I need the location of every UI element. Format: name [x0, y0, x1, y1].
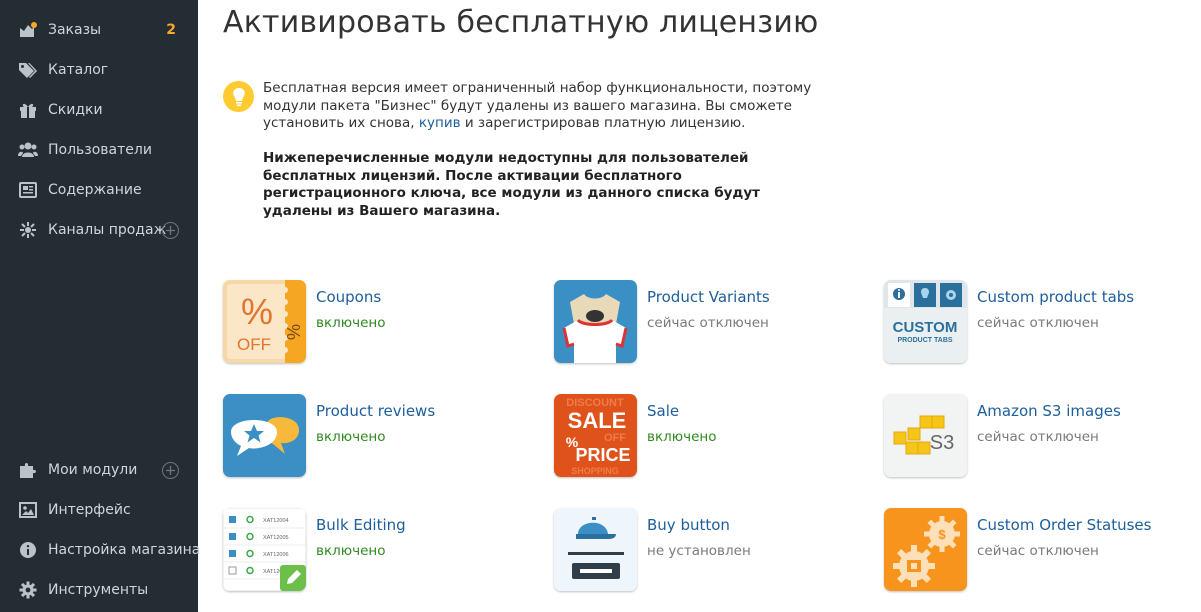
module-status: не установлен [647, 543, 751, 559]
module-status: сейчас отключен [977, 543, 1099, 559]
sidebar-item-my-modules[interactable]: Мои модули [0, 450, 198, 490]
sidebar-item-label: Инструменты [48, 582, 149, 598]
sidebar-item-content[interactable]: Содержание [0, 170, 198, 210]
sidebar-item-store-settings[interactable]: Настройка магазина [0, 530, 201, 570]
module-status: включено [316, 429, 386, 445]
svg-text:%: % [283, 324, 303, 340]
buy-button-icon [554, 508, 637, 591]
svg-text:OFF: OFF [237, 335, 271, 354]
lightbulb-icon [223, 81, 254, 112]
add-module-button[interactable] [162, 462, 179, 479]
amazon-s3-icon: S3 [884, 394, 967, 477]
module-name-link[interactable]: Custom product tabs [977, 288, 1134, 306]
unavailable-modules-warning: Нижеперечисленные модули недоступны для … [263, 150, 760, 219]
module-card: Product Variants сейчас отключен [554, 280, 874, 364]
sidebar-item-label: Каналы продаж [48, 222, 167, 238]
users-icon [18, 141, 38, 159]
svg-text:PRICE: PRICE [575, 445, 630, 465]
buy-license-link[interactable]: купив [419, 115, 461, 131]
sidebar-item-label: Скидки [48, 102, 103, 118]
module-card: S3 Amazon S3 images сейчас отключен [884, 394, 1201, 478]
sidebar-item-label: Заказы [48, 22, 102, 38]
sidebar-item-sales-channels[interactable]: Каналы продаж [0, 210, 198, 250]
sidebar-item-discounts[interactable]: Скидки [0, 90, 198, 130]
module-status: сейчас отключен [977, 429, 1099, 445]
sales-channels-icon [18, 221, 38, 239]
svg-text:XAT12006: XAT12006 [263, 552, 289, 558]
gift-icon [18, 101, 38, 119]
picture-icon [18, 501, 38, 519]
gear-icon [18, 581, 38, 599]
module-card: $ Custom Order Statuses сейчас отключен [884, 508, 1201, 592]
module-card: DISCOUNT OFF SHOPPING SALE % PRICE Sale … [554, 394, 874, 478]
sidebar-item-tools[interactable]: Инструменты [0, 570, 198, 610]
newspaper-icon [18, 181, 38, 199]
sidebar-item-interface[interactable]: Интерфейс [0, 490, 198, 530]
module-status: включено [647, 429, 717, 445]
module-name-link[interactable]: Bulk Editing [316, 516, 406, 534]
sidebar-item-label: Интерфейс [48, 502, 131, 518]
module-name-link[interactable]: Product Variants [647, 288, 770, 306]
module-name-link[interactable]: Sale [647, 402, 679, 420]
module-name-link[interactable]: Amazon S3 images [977, 402, 1121, 420]
module-name-link[interactable]: Custom Order Statuses [977, 516, 1151, 534]
module-name-link[interactable]: Buy button [647, 516, 730, 534]
svg-text:%: % [241, 291, 273, 332]
module-card: Product reviews включено [223, 394, 543, 478]
puzzle-icon [18, 461, 38, 479]
custom-tabs-icon-text: CUSTOM [893, 319, 958, 336]
module-status: сейчас отключен [647, 315, 769, 331]
orders-count-badge: 2 [166, 22, 176, 38]
sidebar-item-label: Каталог [48, 62, 109, 78]
module-status: включено [316, 543, 386, 559]
product-variants-icon [554, 280, 637, 363]
module-name-link[interactable]: Coupons [316, 288, 381, 306]
svg-text:OFF: OFF [604, 432, 626, 444]
info-icon [18, 541, 38, 559]
sidebar: Заказы 2 Каталог Скидки Пользователи Сод… [0, 0, 201, 612]
sale-icon: DISCOUNT OFF SHOPPING SALE % PRICE [554, 394, 637, 477]
coupons-icon: % OFF % [223, 280, 306, 363]
product-reviews-icon [223, 394, 306, 477]
tags-icon [18, 61, 38, 79]
svg-text:XAT12004: XAT12004 [263, 518, 289, 524]
order-statuses-icon: $ [884, 508, 967, 591]
sidebar-item-catalog[interactable]: Каталог [0, 50, 198, 90]
custom-tabs-icon: CUSTOM PRODUCT TABS [884, 280, 967, 363]
svg-text:XAT12005: XAT12005 [263, 535, 289, 541]
sidebar-item-users[interactable]: Пользователи [0, 130, 198, 170]
module-card: CUSTOM PRODUCT TABS Custom product tabs … [884, 280, 1201, 364]
module-card: XAT12004 XAT12005 XAT12006 XAT12007 Bulk… [223, 508, 543, 592]
svg-text:SALE: SALE [568, 408, 627, 433]
svg-text:SHOPPING: SHOPPING [571, 466, 619, 476]
bulk-editing-icon: XAT12004 XAT12005 XAT12006 XAT12007 [223, 508, 306, 591]
sidebar-item-label: Пользователи [48, 142, 152, 158]
sidebar-item-label: Настройка магазина [48, 542, 201, 558]
sidebar-item-label: Мои модули [48, 462, 138, 478]
note-text-end: и зарегистрировав платную лицензию. [460, 115, 746, 132]
svg-text:$: $ [938, 527, 946, 542]
module-card: Buy button не установлен [554, 508, 874, 592]
module-card: % OFF % Coupons включено [223, 280, 543, 364]
sidebar-item-orders[interactable]: Заказы 2 [0, 10, 198, 50]
orders-icon [18, 21, 38, 39]
sidebar-item-label: Содержание [48, 182, 142, 198]
amazon-s3-icon-text: S3 [930, 432, 954, 454]
page-title: Активировать бесплатную лицензию [223, 5, 819, 40]
module-status: включено [316, 315, 386, 331]
module-status: сейчас отключен [977, 315, 1099, 331]
custom-tabs-icon-subtext: PRODUCT TABS [897, 337, 952, 344]
module-name-link[interactable]: Product reviews [316, 402, 435, 420]
license-note: Бесплатная версия имеет ограниченный наб… [263, 80, 823, 133]
add-sales-channel-button[interactable] [162, 222, 179, 239]
